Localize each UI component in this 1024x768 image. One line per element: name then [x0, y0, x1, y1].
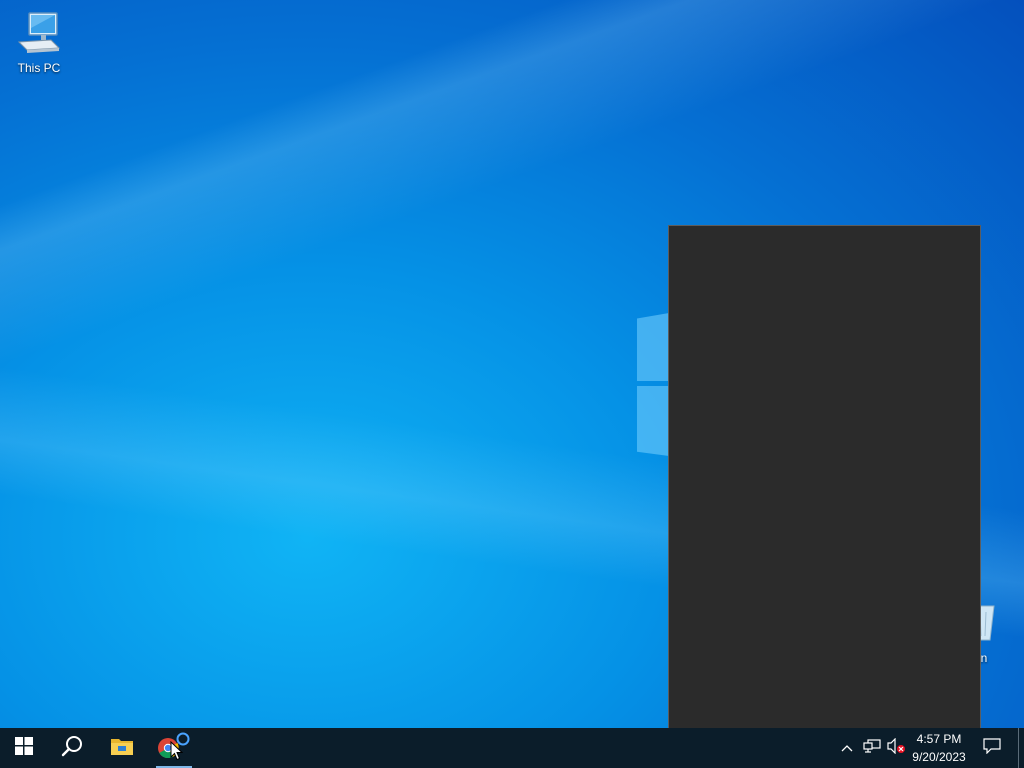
- clock-time: 4:57 PM: [916, 732, 962, 746]
- notification-icon: [983, 737, 1001, 759]
- desktop-icon-label: This PC: [17, 61, 61, 75]
- search-icon: [61, 735, 83, 762]
- windows-logo-icon: [15, 736, 33, 760]
- network-button[interactable]: [860, 728, 884, 768]
- volume-button[interactable]: [884, 728, 908, 768]
- clock-date: 9/20/2023: [912, 750, 966, 764]
- file-explorer-button[interactable]: [98, 728, 146, 768]
- show-hidden-icons-button[interactable]: [836, 728, 858, 768]
- volume-muted-icon: [886, 737, 906, 759]
- desktop-icon-this-pc[interactable]: This PC: [1, 10, 77, 75]
- mouse-cursor-icon: [170, 740, 184, 766]
- action-center-button[interactable]: [976, 728, 1008, 768]
- wallpaper-logo-pane: [637, 313, 669, 381]
- clock[interactable]: 4:57 PM 9/20/2023: [906, 730, 972, 766]
- search-button[interactable]: [48, 728, 96, 768]
- start-button[interactable]: [0, 728, 48, 768]
- flyout-panel: [668, 225, 981, 757]
- show-desktop-button[interactable]: [1018, 728, 1019, 768]
- network-icon: [863, 738, 881, 758]
- taskbar: 4:57 PM 9/20/2023: [0, 728, 1024, 768]
- computer-icon: [1, 10, 77, 59]
- folder-icon: [110, 736, 134, 761]
- wallpaper-logo-pane: [637, 386, 669, 456]
- chevron-up-icon: [841, 739, 853, 757]
